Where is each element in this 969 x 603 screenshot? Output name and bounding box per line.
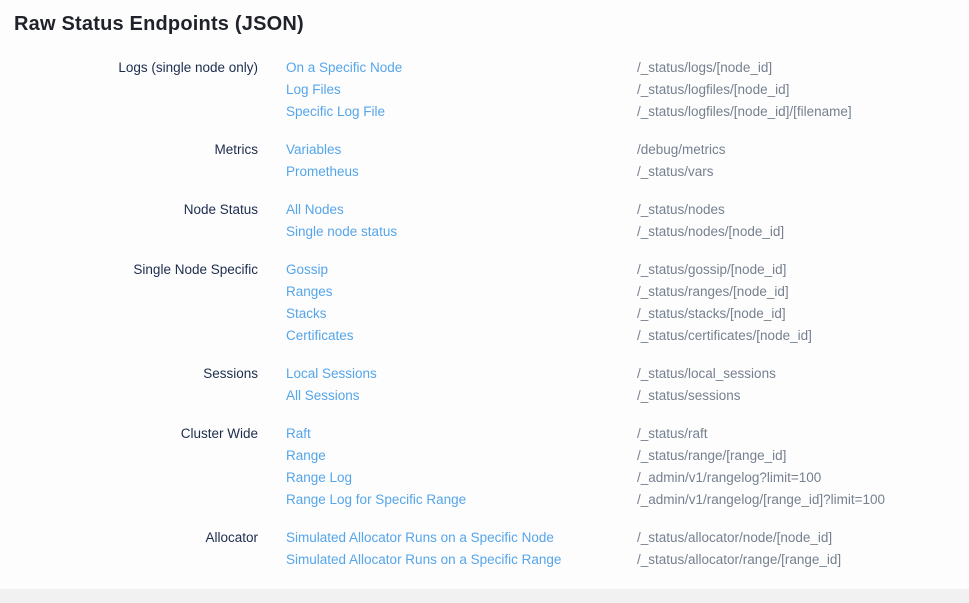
page-title: Raw Status Endpoints (JSON): [14, 13, 969, 36]
endpoint-path: /_status/stacks/[node_id]: [637, 303, 969, 325]
endpoints-table: Logs (single node only) On a Specific No…: [14, 57, 969, 571]
paths-column: /_status/local_sessions/_status/sessions: [637, 363, 969, 407]
endpoint-section: Sessions Local SessionsAll Sessions /_st…: [14, 363, 969, 407]
group-label: Single Node Specific: [14, 259, 258, 281]
endpoint-link[interactable]: On a Specific Node: [286, 57, 637, 79]
endpoint-link[interactable]: Raft: [286, 423, 637, 445]
endpoint-section: Allocator Simulated Allocator Runs on a …: [14, 527, 969, 571]
endpoint-link[interactable]: Local Sessions: [286, 363, 637, 385]
group-label: Logs (single node only): [14, 57, 258, 79]
endpoint-section: Single Node Specific GossipRangesStacksC…: [14, 259, 969, 347]
endpoint-path: /_status/gossip/[node_id]: [637, 259, 969, 281]
paths-column: /_status/raft/_status/range/[range_id]/_…: [637, 423, 969, 511]
paths-column: /_status/nodes/_status/nodes/[node_id]: [637, 199, 969, 243]
paths-column: /_status/logs/[node_id]/_status/logfiles…: [637, 57, 969, 123]
endpoint-link[interactable]: Simulated Allocator Runs on a Specific N…: [286, 527, 637, 549]
endpoint-link[interactable]: Gossip: [286, 259, 637, 281]
links-column: On a Specific NodeLog FilesSpecific Log …: [286, 57, 637, 123]
endpoint-section: Metrics VariablesPrometheus /debug/metri…: [14, 139, 969, 183]
endpoint-path: /_status/logs/[node_id]: [637, 57, 969, 79]
endpoint-path: /_status/nodes/[node_id]: [637, 221, 969, 243]
endpoint-path: /_status/logfiles/[node_id]/[filename]: [637, 101, 969, 123]
endpoint-path: /_status/nodes: [637, 199, 969, 221]
links-column: VariablesPrometheus: [286, 139, 637, 183]
endpoint-link[interactable]: Prometheus: [286, 161, 637, 183]
endpoint-path: /_status/range/[range_id]: [637, 445, 969, 467]
endpoint-link[interactable]: Specific Log File: [286, 101, 637, 123]
links-column: RaftRangeRange LogRange Log for Specific…: [286, 423, 637, 511]
endpoint-path: /_status/logfiles/[node_id]: [637, 79, 969, 101]
endpoint-path: /_status/ranges/[node_id]: [637, 281, 969, 303]
debug-page: Raw Status Endpoints (JSON) Logs (single…: [0, 0, 969, 603]
endpoint-path: /_status/local_sessions: [637, 363, 969, 385]
endpoint-link[interactable]: Ranges: [286, 281, 637, 303]
paths-column: /_status/gossip/[node_id]/_status/ranges…: [637, 259, 969, 347]
endpoint-section: Node Status All NodesSingle node status …: [14, 199, 969, 243]
links-column: All NodesSingle node status: [286, 199, 637, 243]
links-column: Simulated Allocator Runs on a Specific N…: [286, 527, 637, 571]
endpoint-link[interactable]: Variables: [286, 139, 637, 161]
links-column: GossipRangesStacksCertificates: [286, 259, 637, 347]
endpoint-link[interactable]: Stacks: [286, 303, 637, 325]
endpoint-link[interactable]: Log Files: [286, 79, 637, 101]
endpoint-link[interactable]: Range Log: [286, 467, 637, 489]
endpoint-path: /_status/certificates/[node_id]: [637, 325, 969, 347]
footer-strip: [0, 589, 969, 603]
endpoint-path: /_status/raft: [637, 423, 969, 445]
links-column: Local SessionsAll Sessions: [286, 363, 637, 407]
endpoint-link[interactable]: Single node status: [286, 221, 637, 243]
endpoint-path: /_status/vars: [637, 161, 969, 183]
endpoint-link[interactable]: Range: [286, 445, 637, 467]
endpoint-section: Cluster Wide RaftRangeRange LogRange Log…: [14, 423, 969, 511]
endpoint-path: /debug/metrics: [637, 139, 969, 161]
group-label: Node Status: [14, 199, 258, 221]
endpoint-link[interactable]: Range Log for Specific Range: [286, 489, 637, 511]
endpoint-path: /_admin/v1/rangelog?limit=100: [637, 467, 969, 489]
group-label: Metrics: [14, 139, 258, 161]
endpoint-link[interactable]: All Nodes: [286, 199, 637, 221]
endpoint-link[interactable]: All Sessions: [286, 385, 637, 407]
paths-column: /debug/metrics/_status/vars: [637, 139, 969, 183]
endpoint-section: Logs (single node only) On a Specific No…: [14, 57, 969, 123]
endpoint-path: /_admin/v1/rangelog/[range_id]?limit=100: [637, 489, 969, 511]
endpoint-link[interactable]: Certificates: [286, 325, 637, 347]
endpoint-link[interactable]: Simulated Allocator Runs on a Specific R…: [286, 549, 637, 571]
endpoint-path: /_status/allocator/range/[range_id]: [637, 549, 969, 571]
group-label: Sessions: [14, 363, 258, 385]
group-label: Allocator: [14, 527, 258, 549]
paths-column: /_status/allocator/node/[node_id]/_statu…: [637, 527, 969, 571]
endpoint-path: /_status/allocator/node/[node_id]: [637, 527, 969, 549]
group-label: Cluster Wide: [14, 423, 258, 445]
endpoint-path: /_status/sessions: [637, 385, 969, 407]
